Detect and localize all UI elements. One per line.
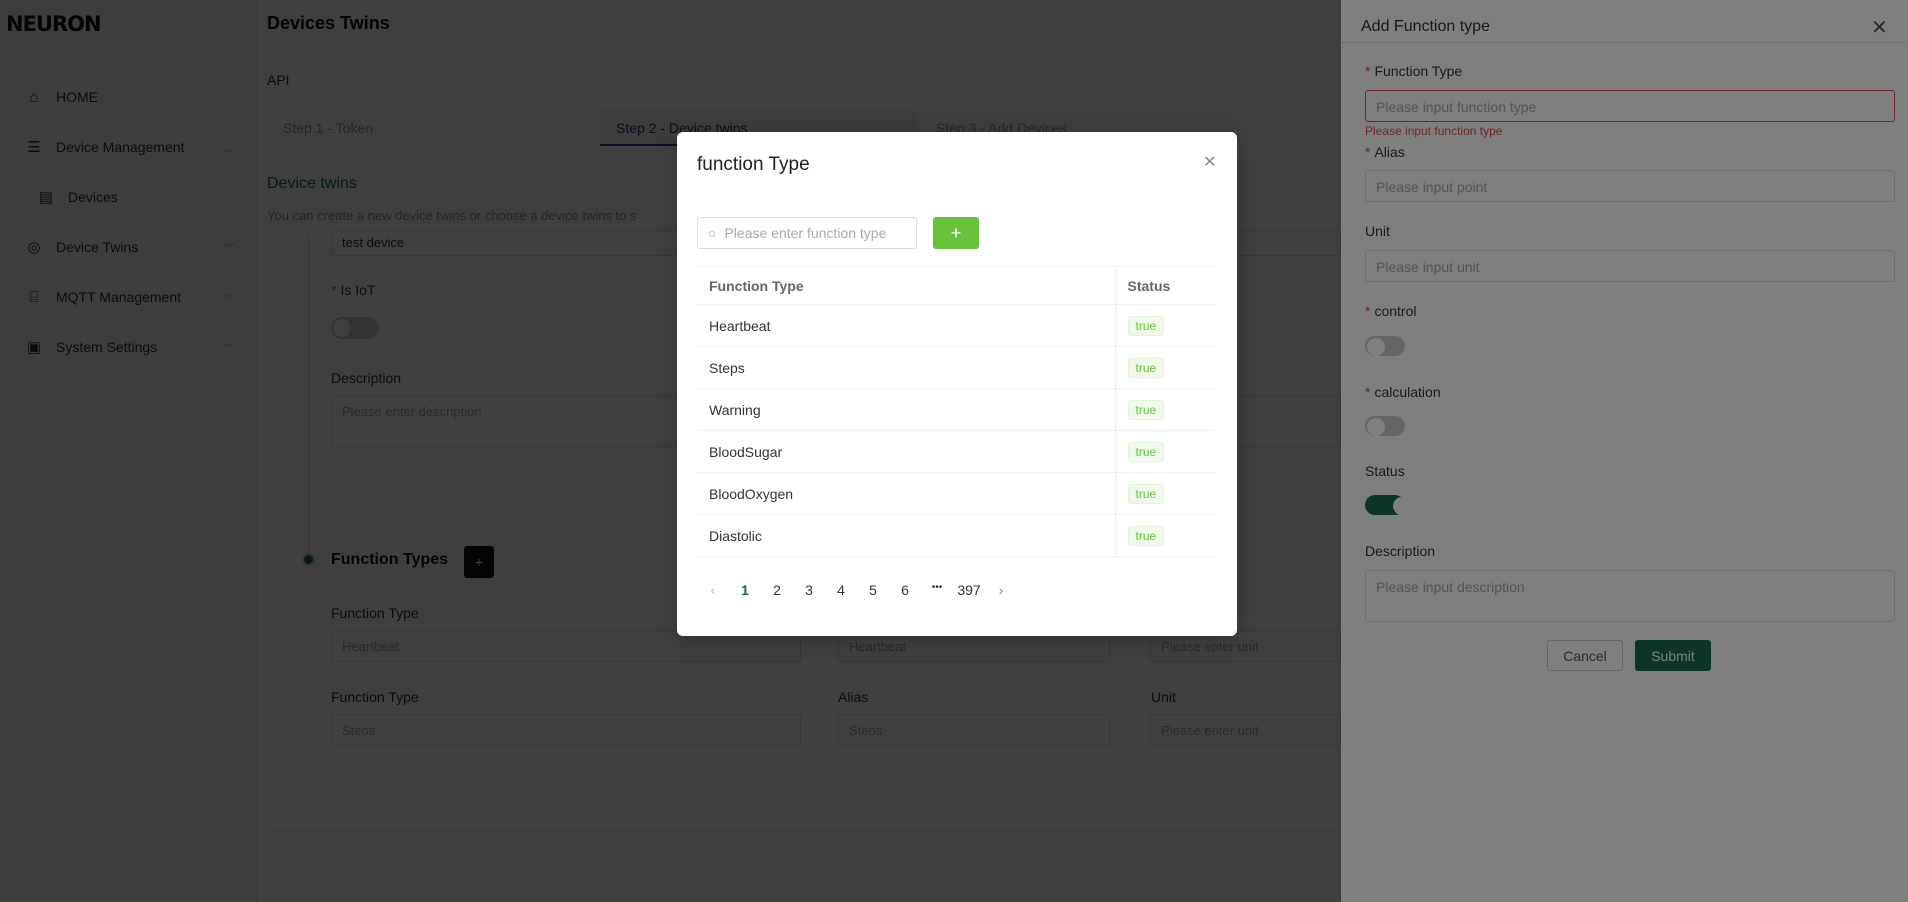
status-badge: true: [1127, 357, 1165, 378]
close-icon[interactable]: ✕: [1203, 152, 1216, 172]
status-cell: true: [1114, 472, 1215, 515]
function-type-cell: Diastolic: [697, 514, 1115, 557]
table-row[interactable]: BloodSugar true: [697, 430, 1215, 473]
status-badge: true: [1127, 441, 1165, 462]
status-cell: true: [1114, 346, 1215, 389]
status-badge: true: [1127, 483, 1165, 504]
page-5[interactable]: 5: [857, 582, 889, 598]
status-cell: true: [1114, 430, 1215, 473]
search-icon: ○: [708, 225, 717, 241]
page-last[interactable]: 397: [953, 582, 985, 598]
search-input[interactable]: ○ Please enter function type: [697, 217, 917, 249]
function-type-cell: Heartbeat: [697, 304, 1115, 347]
status-cell: true: [1114, 514, 1215, 557]
page-4[interactable]: 4: [825, 582, 857, 598]
status-badge: true: [1127, 399, 1165, 420]
table-row[interactable]: Heartbeat true: [697, 304, 1215, 347]
page-2[interactable]: 2: [761, 582, 793, 598]
function-type-cell: Steps: [697, 346, 1115, 389]
more-pages-button[interactable]: •••: [921, 582, 953, 598]
status-badge: true: [1127, 315, 1165, 336]
table-row[interactable]: Diastolic true: [697, 514, 1215, 557]
page-3[interactable]: 3: [793, 582, 825, 598]
column-header-function-type: Function Type: [697, 266, 1115, 305]
status-cell: true: [1114, 304, 1215, 347]
status-badge: true: [1127, 525, 1165, 546]
function-type-cell: BloodOxygen: [697, 472, 1115, 515]
function-type-cell: Warning: [697, 388, 1115, 431]
table-row[interactable]: BloodOxygen true: [697, 472, 1215, 515]
column-header-status: Status: [1114, 266, 1215, 305]
function-type-modal: function Type ✕ ○ Please enter function t…: [677, 132, 1237, 636]
table-row[interactable]: Warning true: [697, 388, 1215, 431]
prev-page-button[interactable]: ‹: [697, 582, 729, 598]
page-6[interactable]: 6: [889, 582, 921, 598]
next-page-button[interactable]: ›: [985, 582, 1017, 598]
function-type-table: Function Type Status Heartbeat true Steps t…: [697, 266, 1215, 557]
add-button[interactable]: +: [933, 217, 979, 249]
table-row[interactable]: Steps true: [697, 346, 1215, 389]
page-1[interactable]: 1: [729, 582, 761, 598]
pagination: ‹ 1 2 3 4 5 6 ••• 397 ›: [697, 582, 1017, 598]
function-type-cell: BloodSugar: [697, 430, 1115, 473]
status-cell: true: [1114, 388, 1215, 431]
modal-title: function Type: [697, 154, 810, 175]
